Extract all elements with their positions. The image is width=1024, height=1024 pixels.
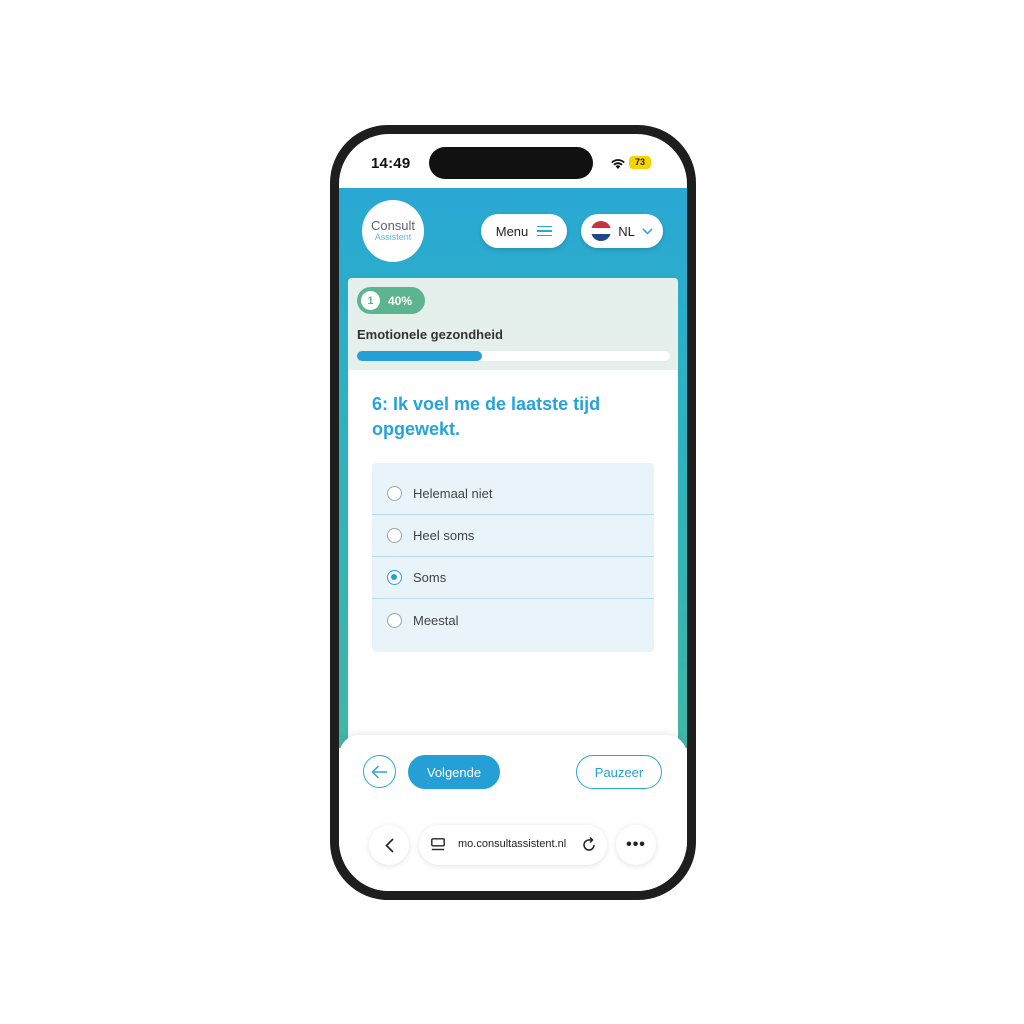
language-label: NL <box>618 223 635 239</box>
reload-icon[interactable] <box>581 837 597 853</box>
option-helemaal-niet[interactable]: Helemaal niet <box>372 473 654 515</box>
bottom-action-bar: Volgende Pauzeer mo.consultassistent.nl … <box>339 735 687 891</box>
hamburger-icon <box>537 225 553 237</box>
step-number: 1 <box>361 291 380 310</box>
radio-checked-icon[interactable] <box>387 570 402 585</box>
option-meestal[interactable]: Meestal <box>372 599 654 641</box>
url-text: mo.consultassistent.nl <box>458 838 567 850</box>
option-label: Helemaal niet <box>413 486 493 501</box>
arrow-left-icon <box>371 764 387 779</box>
menu-label: Menu <box>495 223 529 239</box>
section-title: Emotionele gezondheid <box>357 327 503 342</box>
chevron-down-icon <box>642 227 653 235</box>
option-label: Soms <box>413 570 447 585</box>
radio-icon[interactable] <box>387 486 402 501</box>
consult-assistent-logo[interactable]: Consult Assistent <box>362 200 424 262</box>
radio-icon[interactable] <box>387 528 402 543</box>
progress-bar-fill <box>357 351 483 361</box>
app-background: Consult Assistent Menu NL 1 40% Emotione… <box>339 188 687 778</box>
status-time: 14:49 <box>371 155 411 172</box>
phone-screen: 14:49 73 Consult Assistent Menu NL 1 40%… <box>339 134 687 891</box>
option-soms[interactable]: Soms <box>372 557 654 599</box>
more-options-icon[interactable]: ••• <box>616 825 656 865</box>
question-card: 1 40% Emotionele gezondheid 6: Ik voel m… <box>348 278 678 778</box>
dynamic-island <box>429 147 593 179</box>
option-label: Meestal <box>413 612 459 628</box>
option-label: Heel soms <box>413 528 475 543</box>
progress-badge: 1 40% <box>357 287 425 314</box>
logo-line1: Consult <box>370 218 416 233</box>
page-menu-icon[interactable] <box>431 838 445 851</box>
pause-button[interactable]: Pauzeer <box>576 755 662 789</box>
browser-back-button[interactable] <box>369 825 409 865</box>
progress-bar <box>357 351 670 361</box>
logo-line2: Assistent <box>374 232 412 242</box>
battery-icon: 73 <box>629 156 651 169</box>
menu-button[interactable]: Menu <box>481 214 567 248</box>
phone-frame: 14:49 73 Consult Assistent Menu NL 1 40%… <box>330 125 696 900</box>
address-bar[interactable]: mo.consultassistent.nl <box>419 825 607 865</box>
progress-percent: 40% <box>388 293 413 308</box>
question-text: 6: Ik voel me de laatste tijd opgewekt. <box>372 394 601 439</box>
wifi-icon <box>611 159 625 169</box>
previous-button[interactable] <box>363 755 396 788</box>
chevron-left-icon <box>384 837 394 853</box>
language-selector[interactable]: NL <box>581 214 663 248</box>
answer-options: Helemaal niet Heel soms Soms Meestal <box>372 463 654 652</box>
radio-icon[interactable] <box>387 612 402 628</box>
option-heel-soms[interactable]: Heel soms <box>372 515 654 557</box>
progress-header: 1 40% Emotionele gezondheid <box>348 278 678 370</box>
next-button[interactable]: Volgende <box>408 755 500 789</box>
netherlands-flag-icon <box>591 221 612 241</box>
